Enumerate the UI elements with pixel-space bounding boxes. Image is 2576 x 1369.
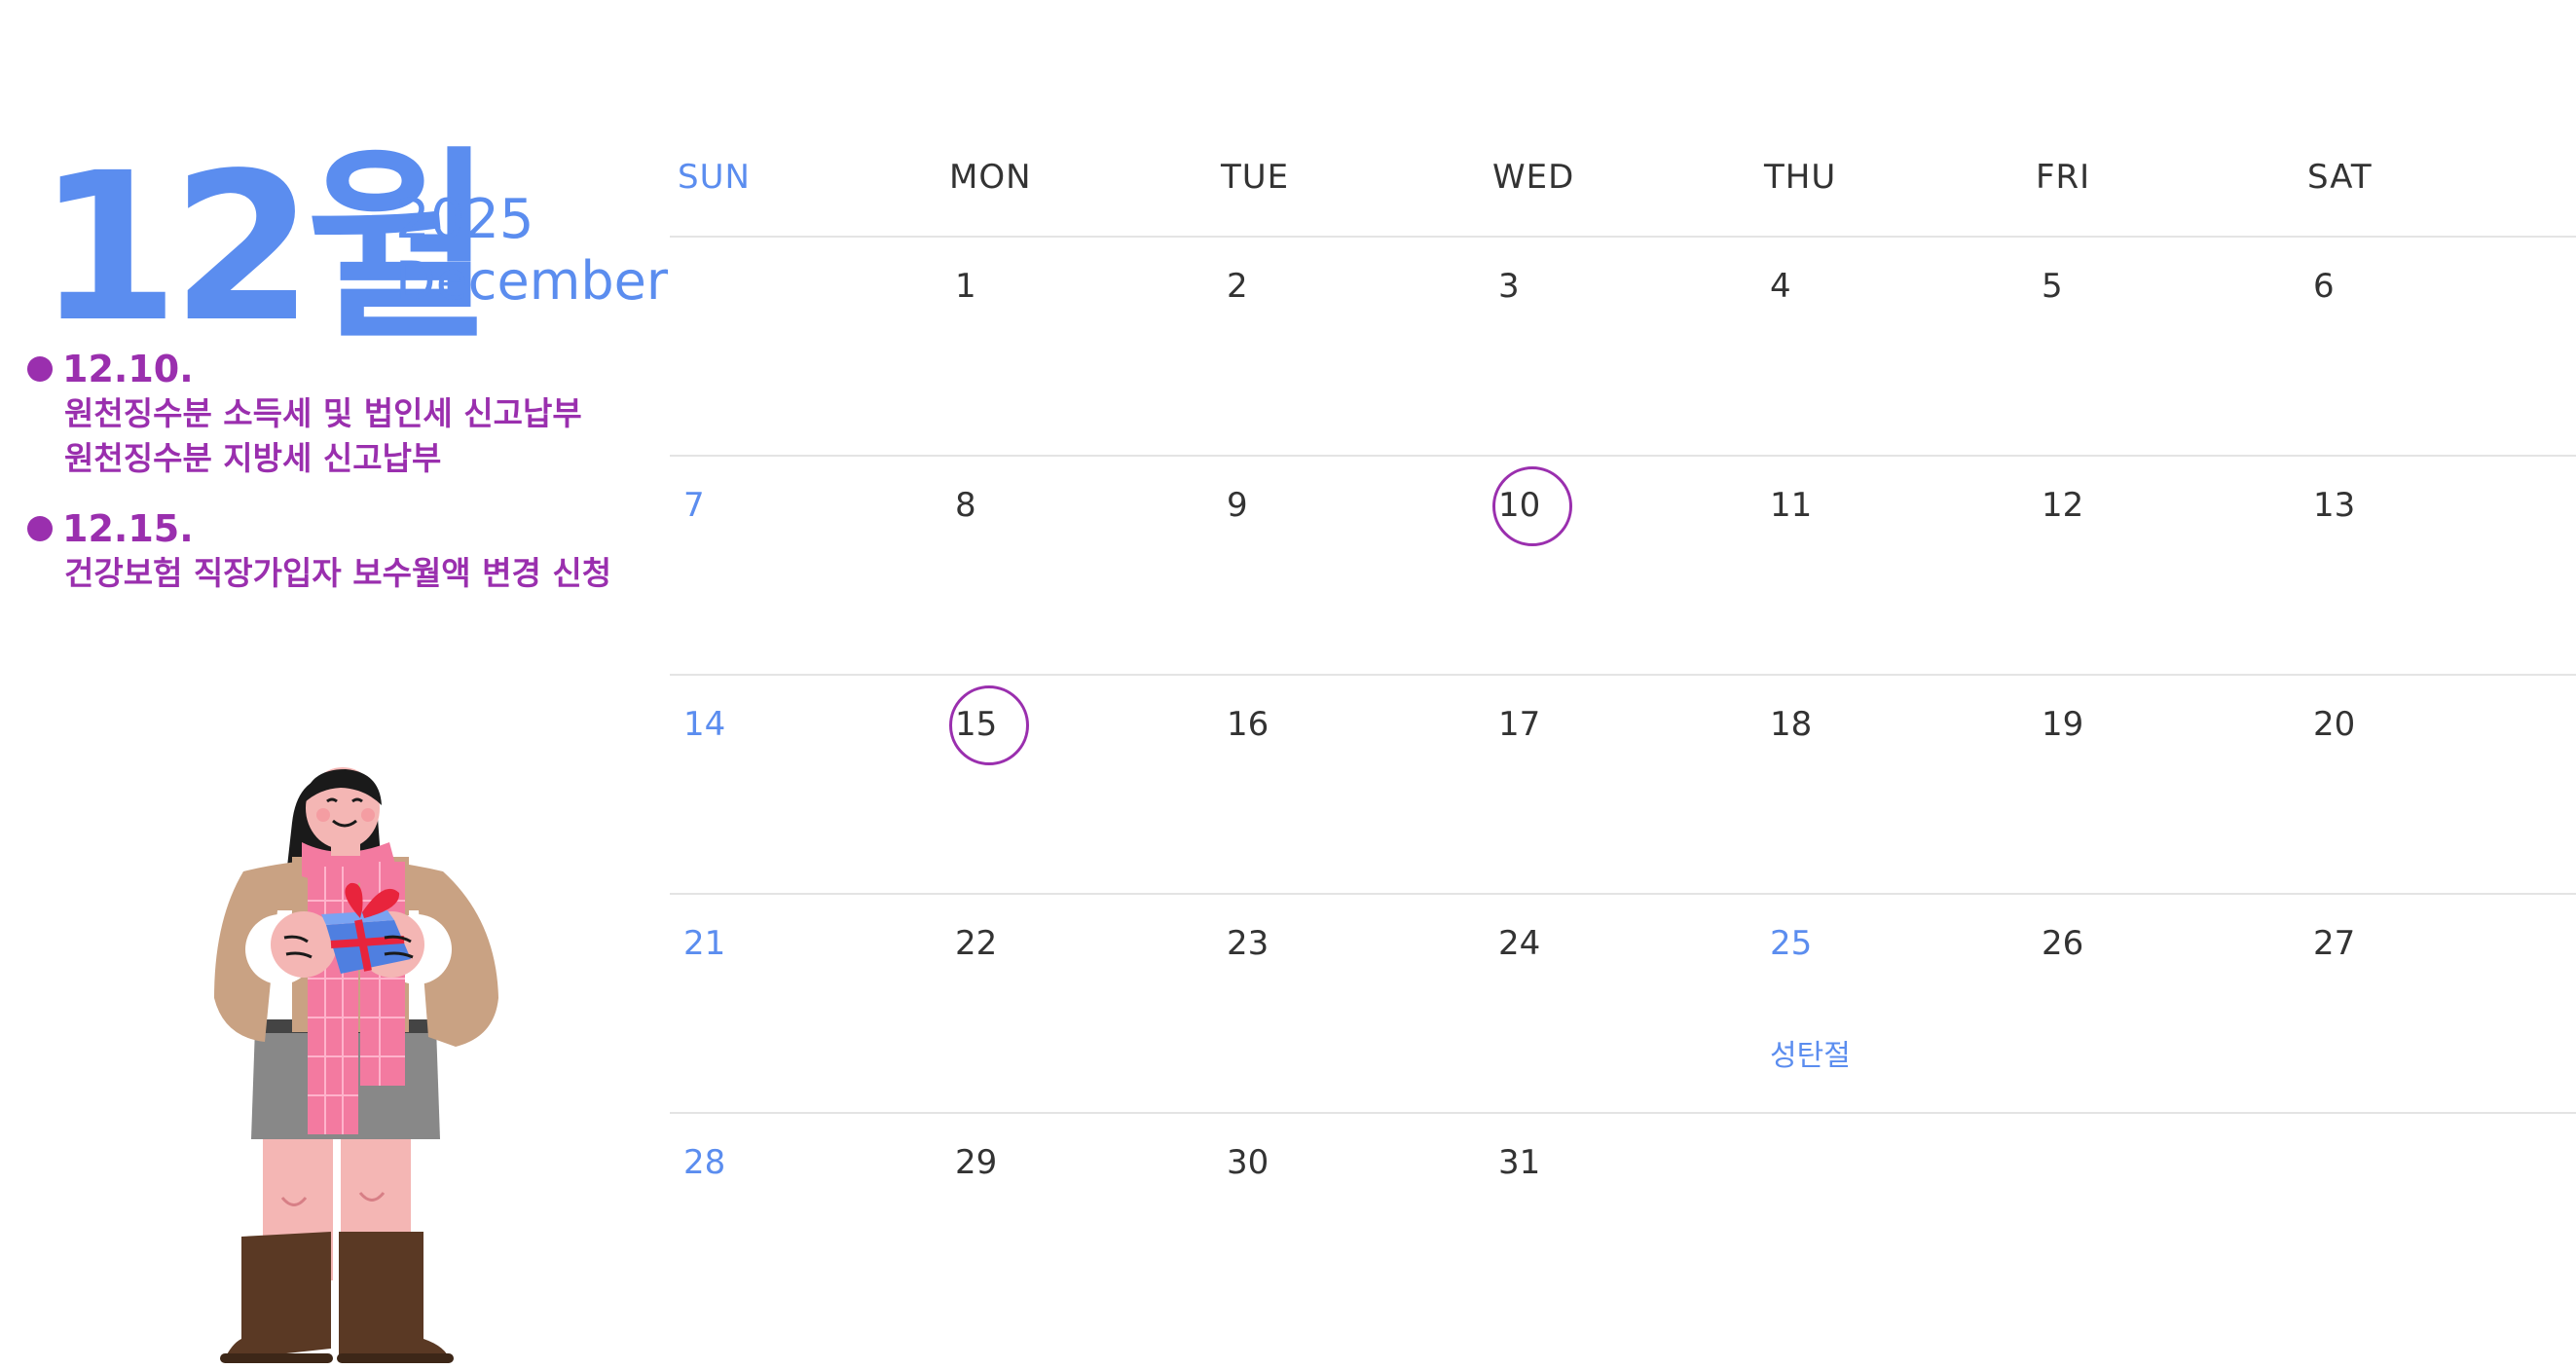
holiday-label: 성탄절 (1770, 1039, 1851, 1073)
day-number: 29 (955, 1143, 998, 1182)
calendar-day-11: 11 (1764, 457, 2032, 674)
calendar-day-20: 20 (2307, 676, 2575, 893)
day-number: 24 (1498, 924, 1541, 963)
calendar-day-10: 10 (1491, 457, 1760, 674)
day-number: 23 (1227, 924, 1270, 963)
event-description: 건강보험 직장가입자 보수월액 변경 신청 (64, 554, 612, 592)
weekday-tue: TUE (1221, 158, 1290, 197)
day-number: 2 (1227, 267, 1248, 306)
calendar-day-18: 18 (1764, 676, 2032, 893)
day-number: 17 (1498, 705, 1541, 744)
woman-holding-gift-illustration (214, 767, 498, 1363)
calendar-day-31: 31 (1492, 1114, 1760, 1331)
weekday-thu: THU (1764, 158, 1837, 197)
calendar-week-row: 1 2 3 4 5 6 (670, 238, 2576, 457)
calendar-day-16: 16 (1221, 676, 1489, 893)
calendar-day-7: 7 (678, 457, 945, 674)
month-english-label: December (395, 250, 669, 312)
weekday-header-row: SUN MON TUE WED THU FRI SAT (670, 136, 2576, 238)
day-number: 30 (1227, 1143, 1270, 1182)
event-date-row: 12.10. (27, 347, 670, 391)
bullet-dot-icon (27, 516, 53, 541)
calendar-grid: SUN MON TUE WED THU FRI SAT 1 2 3 4 5 6 7 8 9 10 1… (670, 136, 2576, 1331)
event-date: 12.10. (62, 348, 194, 390)
day-number: 15 (948, 685, 1030, 765)
weekday-mon: MON (949, 158, 1032, 197)
year-label: 2025 (395, 188, 534, 251)
day-number: 7 (683, 486, 705, 525)
day-number: 26 (2042, 924, 2084, 963)
weekday-sun: SUN (678, 158, 751, 197)
event-item: 12.10. 원천징수분 소득세 및 법인세 신고납부 원천징수분 지방세 신고… (27, 347, 670, 481)
day-number: 25 (1770, 924, 1813, 963)
event-description: 원천징수분 소득세 및 법인세 신고납부 (64, 394, 582, 432)
calendar-day-28: 28 (678, 1114, 945, 1331)
day-number: 5 (2042, 267, 2063, 306)
left-panel: 12월 2025 December 12.10. 원천징수분 소득세 및 법인세… (0, 0, 668, 1369)
calendar-week-row: 14 15 16 17 18 19 20 (670, 676, 2576, 895)
calendar-day-3: 3 (1492, 238, 1760, 455)
calendar-week-row: 7 8 9 10 11 12 13 (670, 457, 2576, 676)
weekday-sat: SAT (2307, 158, 2373, 197)
calendar-day-26: 26 (2036, 895, 2303, 1112)
calendar-weeks: 1 2 3 4 5 6 7 8 9 10 11 12 13 14 15 16 17 18 19 20 21 22 23 24 2… (670, 238, 2576, 1331)
day-number: 9 (1227, 486, 1248, 525)
calendar-day-24: 24 (1492, 895, 1760, 1112)
calendar-day-30: 30 (1221, 1114, 1489, 1331)
day-number: 1 (955, 267, 976, 306)
day-number: 28 (683, 1143, 726, 1182)
calendar-day-12: 12 (2036, 457, 2303, 674)
calendar-week-row: 21 22 23 24 25 성탄절 26 27 (670, 895, 2576, 1114)
event-list: 12.10. 원천징수분 소득세 및 법인세 신고납부 원천징수분 지방세 신고… (27, 347, 670, 621)
calendar-day-22: 22 (949, 895, 1217, 1112)
calendar-day-2: 2 (1221, 238, 1489, 455)
day-number: 13 (2313, 486, 2356, 525)
day-number: 12 (2042, 486, 2084, 525)
day-number: 18 (1770, 705, 1813, 744)
day-number: 6 (2313, 267, 2335, 306)
day-number: 22 (955, 924, 998, 963)
calendar-day-29: 29 (949, 1114, 1217, 1331)
day-number: 27 (2313, 924, 2356, 963)
calendar-week-row: 28 29 30 31 (670, 1114, 2576, 1331)
event-item: 12.15. 건강보험 직장가입자 보수월액 변경 신청 (27, 506, 670, 596)
day-number: 8 (955, 486, 976, 525)
weekday-fri: FRI (2036, 158, 2091, 197)
calendar-day-1: 1 (949, 238, 1217, 455)
calendar-day-25: 25 성탄절 (1764, 895, 2032, 1112)
day-number: 16 (1227, 705, 1270, 744)
day-number: 19 (2042, 705, 2084, 744)
day-number: 14 (683, 705, 726, 744)
calendar-day-6: 6 (2307, 238, 2575, 455)
day-number: 11 (1770, 486, 1813, 525)
day-number: 4 (1770, 267, 1791, 306)
event-description: 원천징수분 지방세 신고납부 (64, 439, 442, 477)
day-number: 21 (683, 924, 726, 963)
calendar-day-5: 5 (2036, 238, 2303, 455)
calendar-day-19: 19 (2036, 676, 2303, 893)
day-number: 31 (1498, 1143, 1541, 1182)
day-number: 10 (1491, 466, 1573, 546)
bullet-dot-icon (27, 356, 53, 382)
calendar-day-21: 21 (678, 895, 945, 1112)
calendar-day-8: 8 (949, 457, 1217, 674)
day-number: 20 (2313, 705, 2356, 744)
calendar-day-13: 13 (2307, 457, 2575, 674)
calendar-day-23: 23 (1221, 895, 1489, 1112)
day-number: 3 (1498, 267, 1520, 306)
calendar-day-4: 4 (1764, 238, 2032, 455)
calendar-day-17: 17 (1492, 676, 1760, 893)
event-date-row: 12.15. (27, 506, 670, 551)
calendar-day-14: 14 (678, 676, 945, 893)
weekday-wed: WED (1492, 158, 1575, 197)
event-date: 12.15. (62, 507, 194, 550)
calendar-day-15: 15 (948, 676, 1217, 893)
calendar-day-27: 27 (2307, 895, 2575, 1112)
calendar-day-9: 9 (1221, 457, 1489, 674)
